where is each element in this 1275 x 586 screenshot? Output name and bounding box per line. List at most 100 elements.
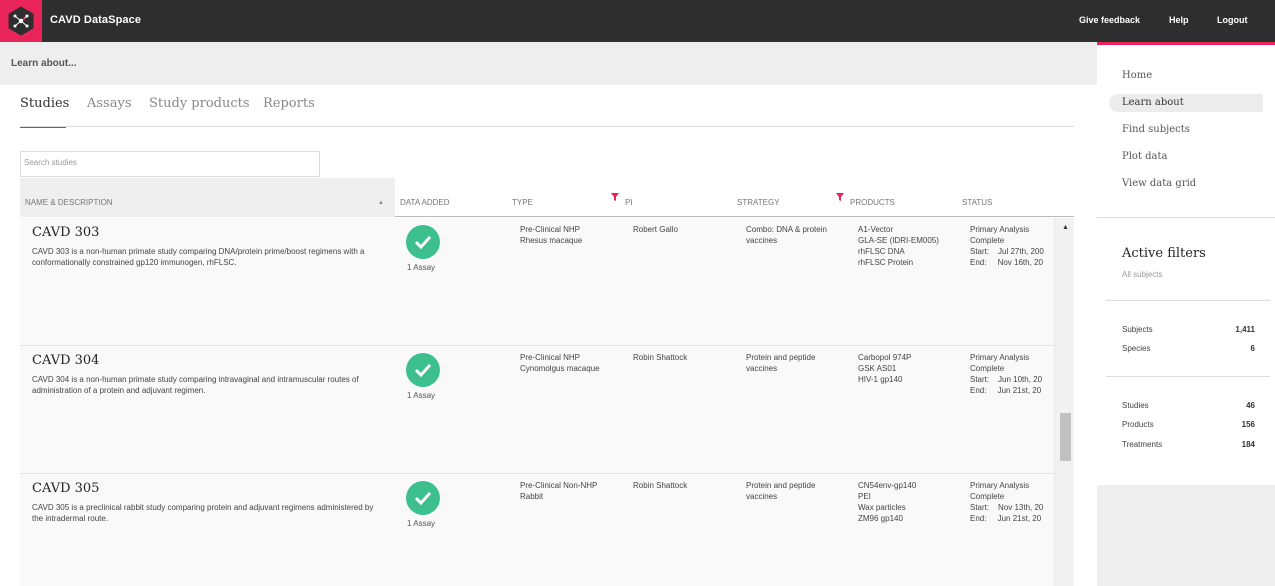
product-item: HIV-1 gp140 xyxy=(858,375,903,384)
table-row[interactable]: CAVD 303 CAVD 303 is a non-human primate… xyxy=(20,218,1054,346)
product-item: rhFLSC DNA xyxy=(858,247,905,256)
species-line: Rabbit xyxy=(520,492,544,501)
column-header-status[interactable]: STATUS xyxy=(962,198,992,207)
status-line: Complete xyxy=(970,236,1005,245)
give-feedback-link[interactable]: Give feedback xyxy=(1079,15,1140,25)
active-filters-subtitle: All subjects xyxy=(1122,270,1163,279)
stat-subjects-value: 1,411 xyxy=(1235,325,1255,334)
status-line: Complete xyxy=(970,492,1005,501)
study-pi: Robert Gallo xyxy=(633,225,678,234)
column-header-products[interactable]: PRODUCTS xyxy=(850,198,895,207)
start-date: Start: Jun 10th, 20 xyxy=(970,375,1043,384)
study-strategy: Protein and peptide vaccines xyxy=(746,480,815,502)
table-row[interactable]: CAVD 305 CAVD 305 is a preclinical rabbi… xyxy=(20,474,1054,586)
tabs-divider xyxy=(20,126,1074,127)
product-item: GSK AS01 xyxy=(858,364,897,373)
status-line: Primary Analysis xyxy=(970,225,1030,234)
stat-treatments-value: 184 xyxy=(1241,440,1255,449)
column-header-data-added[interactable]: DATA ADDED xyxy=(400,198,450,207)
species-line: Cynomolgus macaque xyxy=(520,364,600,373)
stat-products-label[interactable]: Products xyxy=(1122,420,1154,429)
product-item: ZM96 gp140 xyxy=(858,514,903,523)
page-subheader: Learn about... xyxy=(0,42,1097,85)
stat-species-label[interactable]: Species xyxy=(1122,344,1150,353)
study-rows: CAVD 303 CAVD 303 is a non-human primate… xyxy=(20,218,1054,586)
stat-treatments-label[interactable]: Treatments xyxy=(1122,440,1162,449)
status-line: Primary Analysis xyxy=(970,481,1030,490)
scroll-up-arrow-icon[interactable]: ▲ xyxy=(1062,224,1069,231)
search-input[interactable]: Search studies xyxy=(20,151,320,177)
study-description: CAVD 305 is a preclinical rabbit study c… xyxy=(32,503,374,523)
study-pi: Robin Shattock xyxy=(633,353,688,362)
sort-ascending-icon[interactable]: ▲ xyxy=(378,200,384,206)
strategy-line: Combo: DNA & protein xyxy=(746,225,827,234)
filters-separator xyxy=(1106,376,1270,377)
main-content: Studies Assays Study products Reports Se… xyxy=(0,85,1097,586)
tab-studies[interactable]: Studies xyxy=(20,96,69,111)
nav-find-subjects[interactable]: Find subjects xyxy=(1122,124,1190,135)
table-header: NAME & DESCRIPTION ▲ DATA ADDED TYPE PI … xyxy=(20,178,1074,217)
study-name[interactable]: CAVD 303 xyxy=(32,225,99,240)
page-title: Learn about... xyxy=(11,58,77,69)
type-filter-icon[interactable] xyxy=(611,193,619,201)
app-title: CAVD DataSpace xyxy=(50,14,142,26)
status-line: Complete xyxy=(970,364,1005,373)
strategy-line: vaccines xyxy=(746,236,778,245)
assay-count: 1 Assay xyxy=(407,519,436,528)
species-line: Rhesus macaque xyxy=(520,236,583,245)
filters-separator xyxy=(1106,300,1270,301)
nav-home[interactable]: Home xyxy=(1122,70,1152,81)
help-link[interactable]: Help xyxy=(1169,15,1189,25)
panel-footer xyxy=(1097,485,1275,586)
top-bar: CAVD DataSpace Give feedback Help Logout xyxy=(0,0,1275,42)
scroll-thumb[interactable] xyxy=(1060,413,1071,461)
end-date: End: Jun 21st, 20 xyxy=(970,386,1042,395)
start-date: Start: Nov 13th, 20 xyxy=(970,503,1044,512)
strategy-line: vaccines xyxy=(746,492,778,501)
stat-products-value: 156 xyxy=(1241,420,1255,429)
column-header-type[interactable]: TYPE xyxy=(512,198,533,207)
study-products: CN54env-gp140 PEI Wax particles ZM96 gp1… xyxy=(858,480,916,524)
study-status: Primary Analysis Complete Start: Jun 10t… xyxy=(970,352,1054,396)
nav-learn-about[interactable]: Learn about xyxy=(1122,97,1184,108)
stat-studies-label[interactable]: Studies xyxy=(1122,401,1149,410)
product-item: CN54env-gp140 xyxy=(858,481,917,490)
nav-plot-data[interactable]: Plot data xyxy=(1122,151,1168,162)
tab-reports[interactable]: Reports xyxy=(263,96,315,111)
logout-link[interactable]: Logout xyxy=(1217,15,1248,25)
study-description: CAVD 304 is a non-human primate study co… xyxy=(32,375,359,395)
column-header-name[interactable]: NAME & DESCRIPTION xyxy=(25,198,113,207)
study-name[interactable]: CAVD 304 xyxy=(32,353,99,368)
dataspace-logo-icon[interactable] xyxy=(0,0,42,42)
product-item: Wax particles xyxy=(858,503,906,512)
active-filters-title: Active filters xyxy=(1122,246,1206,261)
table-row[interactable]: CAVD 304 CAVD 304 is a non-human primate… xyxy=(20,346,1054,474)
study-type: Pre-Clinical NHP Rhesus macaque xyxy=(520,224,582,246)
accent-bar xyxy=(1097,42,1275,45)
nav-view-data-grid[interactable]: View data grid xyxy=(1122,178,1196,189)
table-scrollbar[interactable]: ▲ xyxy=(1054,218,1074,586)
assay-count: 1 Assay xyxy=(407,391,436,400)
product-item: rhFLSC Protein xyxy=(858,258,914,267)
tab-assays[interactable]: Assays xyxy=(87,96,132,111)
stat-subjects-label[interactable]: Subjects xyxy=(1122,325,1153,334)
strategy-filter-icon[interactable] xyxy=(836,193,844,201)
assay-count: 1 Assay xyxy=(407,263,436,272)
stat-species-value: 6 xyxy=(1250,344,1255,353)
column-header-strategy[interactable]: STRATEGY xyxy=(737,198,780,207)
study-name[interactable]: CAVD 305 xyxy=(32,481,99,496)
start-date: Start: Jul 27th, 200 xyxy=(970,247,1044,256)
product-item: PEI xyxy=(858,492,871,501)
status-line: Primary Analysis xyxy=(970,353,1030,362)
tab-study-products[interactable]: Study products xyxy=(149,96,250,111)
study-products: Carbopol 974P GSK AS01 HIV-1 gp140 xyxy=(858,352,911,385)
study-type: Pre-Clinical NHP Cynomolgus macaque xyxy=(520,352,600,374)
study-type: Pre-Clinical Non-NHP Rabbit xyxy=(520,480,597,502)
column-header-pi[interactable]: PI xyxy=(625,198,633,207)
right-panel: Home Learn about Find subjects Plot data… xyxy=(1097,42,1275,586)
strategy-line: vaccines xyxy=(746,364,778,373)
study-description: CAVD 303 is a non-human primate study co… xyxy=(32,247,365,267)
study-pi: Robin Shattock xyxy=(633,481,688,490)
check-circle-icon xyxy=(406,353,440,387)
study-status: Primary Analysis Complete Start: Nov 13t… xyxy=(970,480,1054,524)
